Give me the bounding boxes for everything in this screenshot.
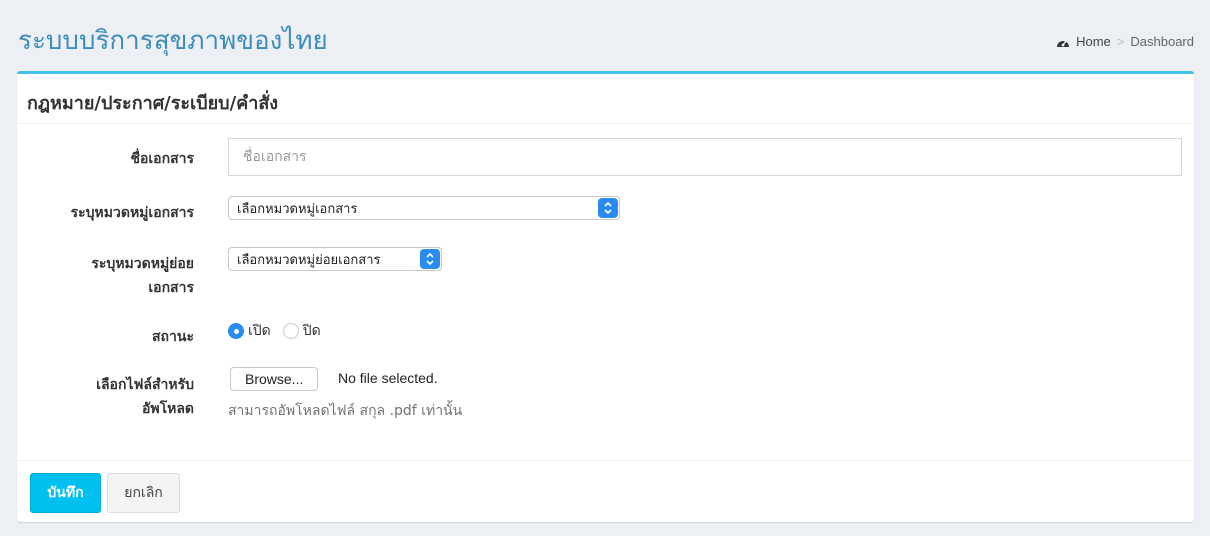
file-help-text: สามารถอัพโหลดไฟล์ สกุล .pdf เท่านั้น: [228, 403, 463, 419]
box-footer: บันทึก ยกเลิก: [17, 460, 1194, 522]
page-header: ระบบบริการสุขภาพของไทย Home > Dashboard: [0, 0, 1210, 72]
file-label: เลือกไฟล์สำหรับ อัพโหลด: [24, 373, 194, 421]
doc-name-label: ชื่อเอกสาร: [130, 151, 194, 167]
box-header: กฎหมาย/ประกาศ/ระเบียบ/คำสั่ง: [17, 74, 1194, 124]
subcategory-label-line1: ระบุหมวดหมู่ย่อย: [91, 256, 194, 272]
status-radio-on[interactable]: [228, 323, 244, 339]
status-label: สถานะ: [152, 329, 194, 345]
file-label-line2: อัพโหลด: [141, 401, 194, 417]
subcategory-select-value: เลือกหมวดหมู่ย่อยเอกสาร: [237, 252, 381, 268]
cancel-button[interactable]: ยกเลิก: [107, 473, 180, 513]
category-label: ระบุหมวดหมู่เอกสาร: [70, 205, 194, 221]
app-title: ระบบบริการสุขภาพของไทย: [18, 26, 328, 56]
breadcrumb-current: Dashboard: [1130, 34, 1194, 49]
breadcrumb-separator: >: [1116, 34, 1125, 49]
breadcrumb: Home > Dashboard: [1056, 34, 1194, 49]
chevron-updown-icon: [598, 198, 618, 218]
form-box: กฎหมาย/ประกาศ/ระเบียบ/คำสั่ง ชื่อเอกสาร …: [17, 71, 1194, 522]
subcategory-select[interactable]: เลือกหมวดหมู่ย่อยเอกสาร: [228, 247, 442, 271]
status-option-on-label[interactable]: เปิด: [248, 320, 271, 342]
subcategory-label-line2: เอกสาร: [148, 280, 194, 296]
subcategory-label: ระบุหมวดหมู่ย่อย เอกสาร: [24, 252, 194, 300]
doc-name-input[interactable]: [228, 138, 1182, 176]
chevron-updown-icon: [420, 249, 440, 269]
status-radio-group: เปิด ปิด: [228, 320, 333, 342]
category-select[interactable]: เลือกหมวดหมู่เอกสาร: [228, 196, 620, 220]
status-radio-off[interactable]: [282, 323, 299, 339]
category-select-value: เลือกหมวดหมู่เอกสาร: [237, 201, 358, 217]
file-status-text: No file selected.: [338, 370, 438, 386]
browse-button[interactable]: Browse...: [230, 367, 319, 391]
status-option-off-label[interactable]: ปิด: [303, 320, 321, 342]
form-title: กฎหมาย/ประกาศ/ระเบียบ/คำสั่ง: [27, 93, 279, 114]
dashboard-icon: [1056, 36, 1070, 48]
breadcrumb-home-link[interactable]: Home: [1076, 34, 1111, 49]
file-label-line1: เลือกไฟล์สำหรับ: [96, 377, 194, 393]
save-button[interactable]: บันทึก: [30, 473, 101, 513]
